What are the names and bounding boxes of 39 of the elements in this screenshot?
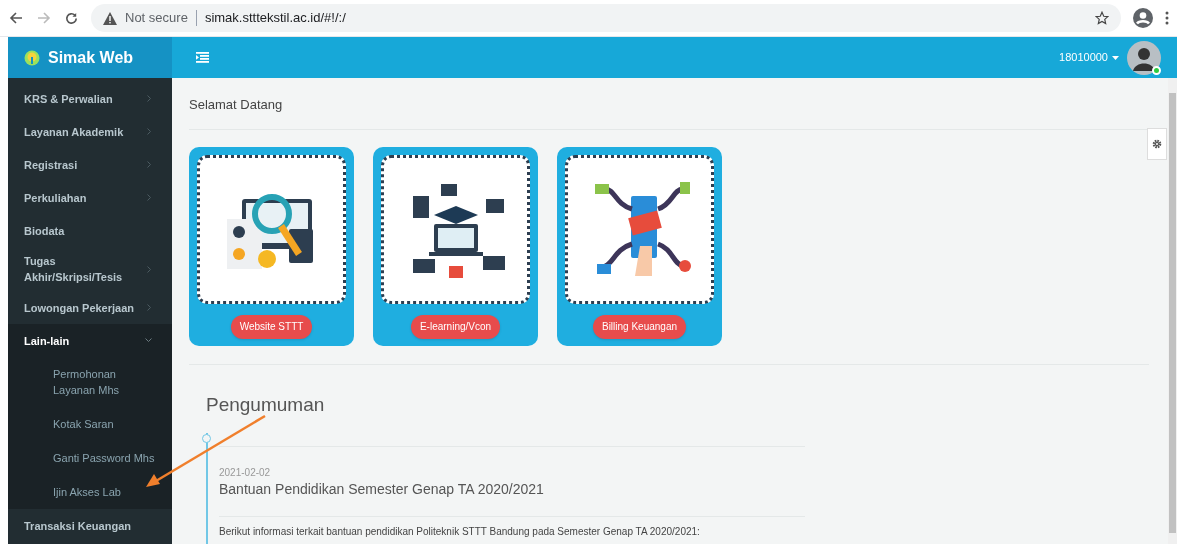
sidebar-item[interactable]: Lowongan Pekerjaan <box>8 291 172 324</box>
sidebar-item[interactable]: Lain-lain <box>8 324 172 357</box>
announcement-text: Berikut informasi terkait bantuan pendidikan Politeknik STTT Bandung pada Semester Genap TA 2020/2021: <box>219 525 701 538</box>
address-bar[interactable]: Not secure simak.stttekstil.ac.id/#!/:/ <box>91 4 1121 32</box>
sidebar-toggle-icon[interactable] <box>196 52 209 63</box>
announcement-date: 2021-02-02 <box>219 465 272 480</box>
card-button[interactable]: Website STTT <box>230 314 313 339</box>
submenu-item[interactable]: Ganti Password Mhs <box>8 441 172 475</box>
scrollbar[interactable] <box>1168 78 1177 544</box>
warning-icon <box>103 11 117 25</box>
avatar-icon[interactable] <box>1127 40 1161 75</box>
sidebar-item[interactable]: Registrasi <box>8 148 172 181</box>
caret-icon <box>1112 55 1119 60</box>
sidebar-item[interactable]: Perkuliahan <box>8 181 172 214</box>
submenu-item[interactable]: Permohonan Layanan Mhs <box>8 357 136 407</box>
settings-tab[interactable] <box>1147 128 1167 160</box>
reload-icon[interactable] <box>64 10 79 26</box>
menu-icon[interactable] <box>1165 11 1169 25</box>
sidebar-item[interactable]: Transaksi Keuangan <box>8 509 172 542</box>
star-icon[interactable] <box>1095 11 1109 25</box>
sidebar-item[interactable]: Biodata <box>8 214 172 247</box>
security-label: Not secure <box>125 9 188 28</box>
sidebar-item[interactable]: Tugas Akhir/Skripsi/Tesis <box>8 247 172 291</box>
sidebar-item[interactable]: Layanan Akademik <box>8 115 172 148</box>
account-icon[interactable] <box>1133 8 1153 28</box>
card-button[interactable]: E-learning/Vcon <box>410 314 501 339</box>
page-title: Selamat Datang <box>189 78 1149 130</box>
logo-icon <box>24 49 40 66</box>
settings-icon <box>1152 139 1162 149</box>
section-title: Pengumuman <box>206 392 326 417</box>
timeline-node <box>202 433 211 443</box>
back-icon[interactable] <box>8 10 24 26</box>
sidebar-item[interactable]: KRS & Perwalian <box>8 82 172 115</box>
url-text: simak.stttekstil.ac.id/#!/:/ <box>204 9 346 28</box>
app-title: Simak Web <box>48 47 134 68</box>
card-button[interactable]: Billing Keuangan <box>592 314 687 339</box>
submenu-item[interactable]: Kotak Saran <box>8 407 172 441</box>
announcement-title: Bantuan Pendidikan Semester Genap TA 2020/2021 <box>219 479 545 498</box>
submenu-item[interactable]: Ijin Akses Lab <box>8 475 172 509</box>
